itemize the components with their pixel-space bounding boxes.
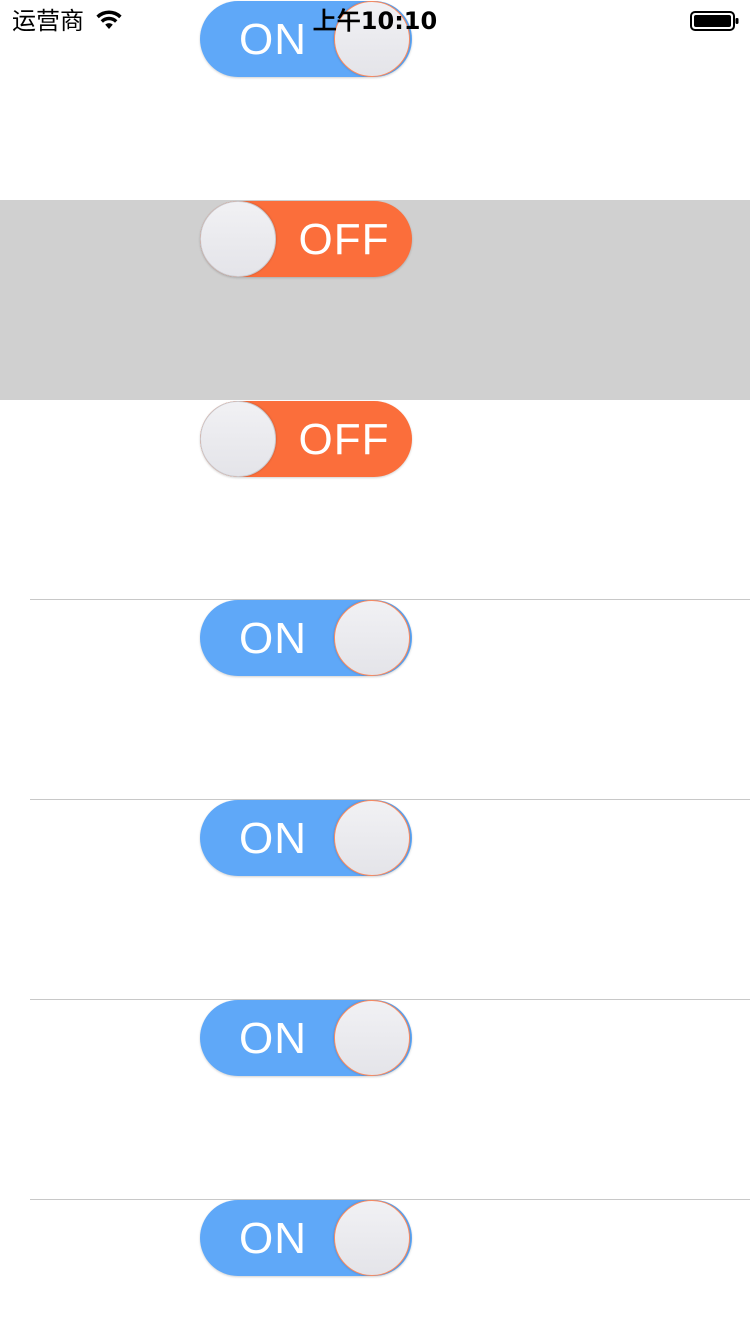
toggle-knob[interactable] xyxy=(200,201,276,277)
toggle-switch[interactable]: ON xyxy=(200,1000,412,1076)
toggle-knob[interactable] xyxy=(334,800,410,876)
row-separator xyxy=(30,799,750,800)
toggle-knob[interactable] xyxy=(334,1200,410,1276)
toggle-label: ON xyxy=(239,814,307,863)
table-row[interactable]: OFF xyxy=(0,200,750,400)
toggle-switch[interactable]: ON xyxy=(200,1200,412,1276)
status-time: 上午10:10 xyxy=(312,7,438,35)
table-row[interactable]: ON xyxy=(0,799,750,999)
table-row[interactable]: OFF xyxy=(0,400,750,600)
toggle-knob[interactable] xyxy=(334,600,410,676)
row-separator xyxy=(30,999,750,1000)
toggle-knob[interactable] xyxy=(200,401,276,477)
toggle-switch[interactable]: OFF xyxy=(200,401,412,477)
toggle-label: OFF xyxy=(298,215,390,264)
table-row[interactable]: ON xyxy=(0,599,750,799)
toggle-label: ON xyxy=(239,1214,307,1263)
battery-icon xyxy=(690,10,740,32)
row-separator xyxy=(30,599,750,600)
toggle-switch[interactable]: ON xyxy=(200,600,412,676)
toggle-knob[interactable] xyxy=(334,1000,410,1076)
toggle-switch[interactable]: OFF xyxy=(200,201,412,277)
toggle-label: ON xyxy=(239,1014,307,1063)
status-bar: 运营商 上午10:10 xyxy=(0,0,750,40)
table-row[interactable]: ON xyxy=(0,1199,750,1334)
row-separator xyxy=(30,1199,750,1200)
toggle-label: ON xyxy=(239,614,307,663)
toggle-label: OFF xyxy=(298,415,390,464)
toggle-switch[interactable]: ON xyxy=(200,800,412,876)
table-row[interactable]: ON xyxy=(0,999,750,1199)
